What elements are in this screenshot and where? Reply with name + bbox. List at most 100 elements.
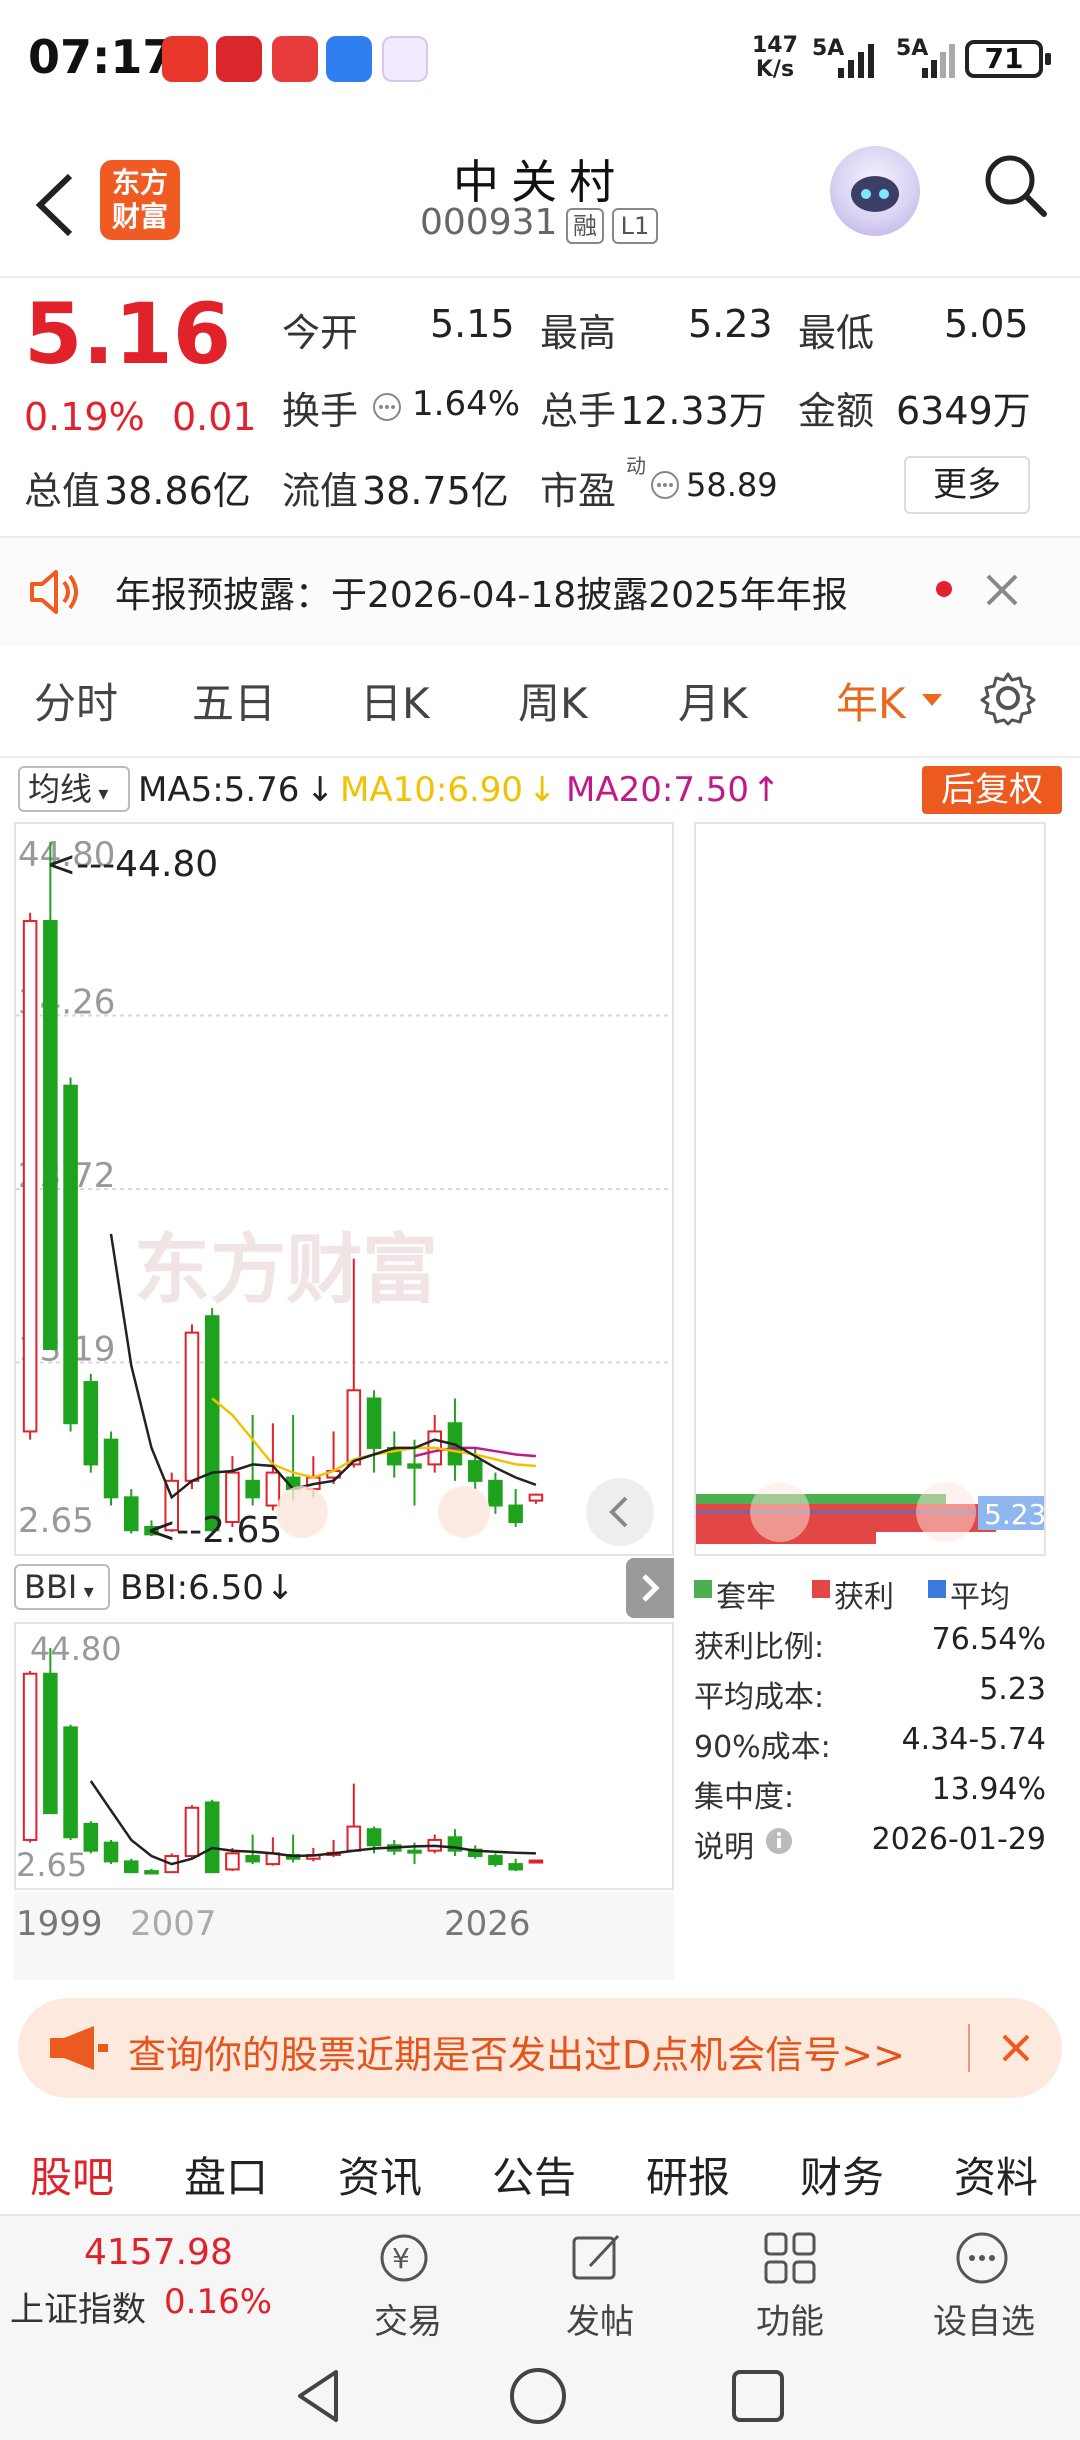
tab-daily-k[interactable]: 日K (360, 670, 430, 731)
expand-panel-button[interactable] (626, 1558, 674, 1618)
svg-text:¥: ¥ (392, 2242, 410, 2275)
app-notification-icon (382, 36, 428, 82)
legend-average: 平均 (950, 1580, 1010, 1615)
ma20-value: MA20:7.50 (566, 770, 750, 810)
candle-body (184, 1331, 200, 1482)
x-tick: 2026 (444, 1904, 531, 1944)
candle-body (63, 1726, 78, 1839)
functions-button[interactable]: 功能 (720, 2294, 860, 2343)
post-button[interactable]: 发帖 (530, 2294, 670, 2343)
mktcap-label: 总值 (24, 469, 101, 513)
add-watchlist-icon[interactable] (952, 2228, 1012, 2288)
post-icon[interactable] (566, 2228, 626, 2288)
marker-bubble[interactable] (438, 1486, 490, 1538)
search-icon[interactable] (980, 150, 1050, 220)
dropdown-arrow-icon[interactable] (920, 692, 944, 708)
tab-intraday[interactable]: 分时 (34, 670, 118, 731)
close-icon[interactable] (998, 2030, 1034, 2066)
marker-bubble[interactable] (276, 1486, 328, 1538)
candle-body (346, 1389, 362, 1466)
mktcap-value: 38.86亿 (104, 469, 251, 513)
candle-body (83, 1822, 99, 1852)
scroll-left-button[interactable] (586, 1478, 654, 1546)
tab-announcements[interactable]: 公告 (492, 2144, 576, 2205)
tab-guba[interactable]: 股吧 (30, 2144, 114, 2205)
settings-gear-icon[interactable] (980, 670, 1036, 726)
promo-text: 查询你的股票近期是否发出过D点机会信号>> (128, 2033, 905, 2077)
candle-body (467, 1460, 483, 1482)
pe-label: 市盈 (540, 469, 617, 513)
chip-distribution-panel[interactable]: 5.23 (694, 822, 1046, 1556)
info-dots-icon[interactable] (372, 392, 402, 422)
chip-stat-label: 集中度: (694, 1780, 795, 1815)
chip-svg: 5.23 (696, 1482, 1046, 1544)
stock-header: 东方 财富 中关村 000931 融 L1 (0, 130, 1080, 275)
ma10-arrow: ↓ (528, 770, 557, 810)
candle-body (366, 1397, 382, 1449)
ma-selector[interactable]: 均线 ▾ (18, 766, 130, 812)
nav-home-icon[interactable] (508, 2366, 568, 2426)
turnover-value: 1.64% (412, 384, 521, 424)
notice-bar[interactable]: 年报预披露：于2026-04-18披露2025年年报 (0, 538, 1080, 646)
candle-body (366, 1828, 382, 1847)
add-watchlist-button[interactable]: 设自选 (914, 2294, 1054, 2343)
amount-label: 金额 (798, 389, 875, 433)
tab-yearly-k[interactable]: 年K (836, 670, 906, 731)
more-button[interactable]: 更多 (904, 456, 1030, 514)
max-marker: <---44.80 (46, 844, 218, 885)
candle-body (245, 1479, 260, 1499)
index-name[interactable]: 上证指数 (10, 2282, 146, 2331)
tab-weekly-k[interactable]: 周K (518, 670, 588, 731)
candle-body (103, 1841, 119, 1863)
tab-monthly-k[interactable]: 月K (678, 670, 748, 731)
ai-assistant-avatar[interactable] (830, 146, 920, 236)
tab-financials[interactable]: 财务 (800, 2144, 884, 2205)
trade-button[interactable]: 交易 (338, 2294, 478, 2343)
tab-orderbook[interactable]: 盘口 (184, 2144, 268, 2205)
open-value: 5.15 (430, 302, 515, 346)
x-tick: 2007 (130, 1904, 217, 1944)
volume-label: 总手 (540, 389, 617, 433)
chip-price-tag: 5.23 (984, 1498, 1044, 1531)
trade-icon[interactable]: ¥ (374, 2228, 434, 2288)
back-arrow-icon[interactable] (30, 170, 80, 240)
nav-back-icon[interactable] (290, 2366, 346, 2426)
x-axis: 1999 2007 2026 (14, 1892, 674, 1980)
pe-dynamic-sup: 动 (626, 454, 646, 478)
candle-body (184, 1806, 200, 1858)
turnover-label: 换手 (282, 389, 359, 433)
legend-swatch (694, 1580, 712, 1598)
pe-value: 58.89 (686, 466, 778, 504)
functions-icon[interactable] (760, 2228, 820, 2288)
index-value[interactable]: 4157.98 (84, 2232, 233, 2273)
bbi-arrow: ↓ (266, 1568, 295, 1608)
candle-body (407, 1849, 422, 1854)
float-value: 38.75亿 (362, 469, 509, 513)
tab-news[interactable]: 资讯 (338, 2144, 422, 2205)
bottom-bar: 4157.98 上证指数 0.16% ¥ 交易 发帖 功能 设自选 (0, 2214, 1080, 2440)
info-icon[interactable] (764, 1826, 794, 1856)
candle-body (43, 920, 58, 1351)
signal-promo-banner[interactable]: 查询你的股票近期是否发出过D点机会信号>> (18, 1998, 1062, 2098)
notice-text: 年报预披露：于2026-04-18披露2025年年报 (115, 575, 848, 616)
unread-dot (936, 581, 952, 597)
amount-value: 6349万 (896, 389, 1031, 433)
candle-body (245, 1855, 260, 1863)
tab-five-day[interactable]: 五日 (192, 670, 276, 731)
chip-stat-value: 13.94% (931, 1772, 1046, 1807)
tab-profile[interactable]: 资料 (954, 2144, 1038, 2205)
close-icon[interactable] (984, 572, 1020, 608)
adjust-button[interactable]: 后复权 (922, 766, 1062, 814)
bbi-selector[interactable]: BBI ▾ (14, 1564, 110, 1610)
level1-tag: L1 (612, 208, 658, 244)
bbi-chart[interactable]: 44.80 2.65 (14, 1622, 674, 1890)
candle-body (265, 1471, 281, 1507)
candle-body (22, 1672, 38, 1841)
info-dots-icon[interactable] (650, 470, 680, 500)
stock-code: 000931 (420, 202, 558, 243)
signal-icon (838, 42, 882, 78)
tab-research[interactable]: 研报 (646, 2144, 730, 2205)
explain-link[interactable]: 说明 (694, 1822, 754, 1866)
kline-chart[interactable]: 东方财富 44.8034.2623.7213.192.65 <---44.80 … (14, 822, 674, 1556)
nav-recents-icon[interactable] (730, 2368, 786, 2424)
